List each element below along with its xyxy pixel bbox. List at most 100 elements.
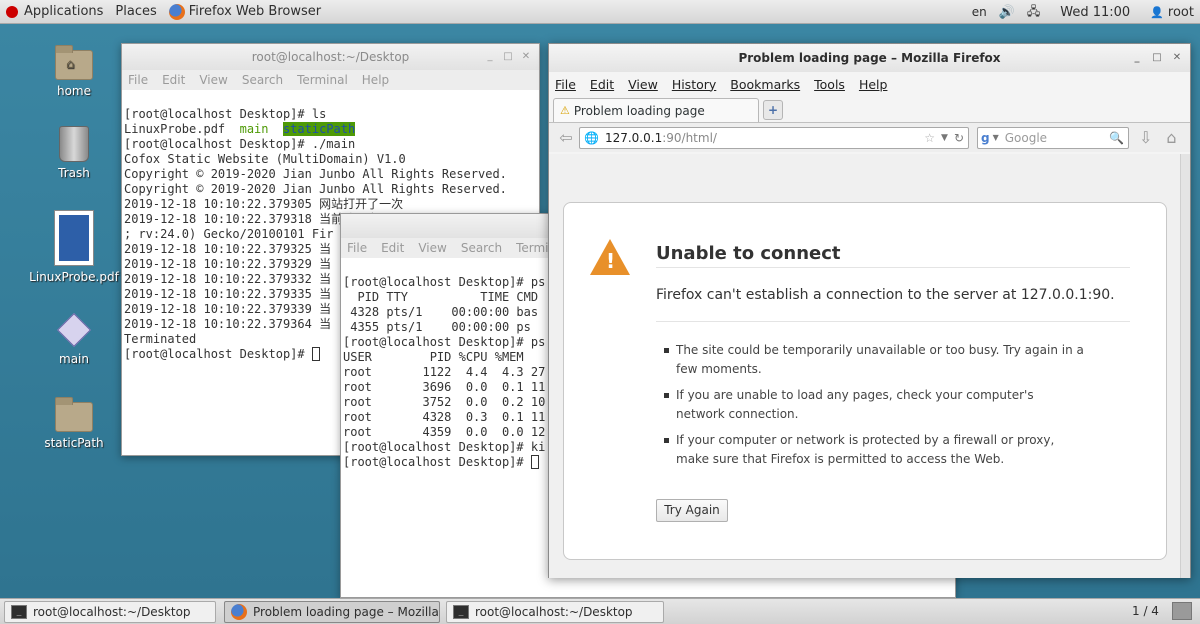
menu-search[interactable]: Search	[242, 73, 283, 87]
list-item: If your computer or network is protected…	[664, 431, 1084, 469]
applications-menu[interactable]: Applications	[0, 0, 109, 24]
desktop-icon-trash[interactable]: Trash	[28, 126, 120, 180]
menu-terminal[interactable]: Terminal	[297, 73, 348, 87]
pdf-document-icon	[54, 210, 94, 266]
terminal-title: root@localhost:~/Desktop	[251, 50, 410, 64]
executable-icon	[57, 313, 91, 347]
try-again-button[interactable]: Try Again	[656, 499, 728, 522]
tab-strip: ⚠ Problem loading page +	[549, 96, 1190, 122]
top-panel: Applications Places Firefox Web Browser …	[0, 0, 1200, 24]
terminal-line: [root@localhost Desktop]# ls	[124, 107, 327, 121]
download-icon[interactable]: ⇩	[1139, 128, 1152, 147]
terminal-menubar: File Edit View Search Terminal Help	[122, 70, 539, 90]
user-label: root	[1167, 4, 1194, 20]
terminal-line: Copyright © 2019-2020 Jian Junbo All Rig…	[124, 182, 507, 196]
divider	[656, 267, 1130, 268]
maximize-icon[interactable]: □	[501, 50, 515, 64]
taskbar-label: root@localhost:~/Desktop	[475, 605, 633, 619]
list-item: If you are unable to load any pages, che…	[664, 386, 1084, 424]
desktop-icon-label: staticPath	[44, 436, 104, 450]
menu-tools[interactable]: Tools	[814, 77, 845, 92]
menu-bookmarks[interactable]: Bookmarks	[730, 77, 800, 92]
google-icon[interactable]: g	[981, 131, 990, 145]
error-title: Unable to connect	[656, 243, 841, 264]
menu-help[interactable]: Help	[859, 77, 888, 92]
cursor	[530, 455, 539, 469]
home-folder-icon: ⌂	[55, 45, 93, 80]
error-description: Firefox can't establish a connection to …	[656, 287, 1115, 303]
firefox-window[interactable]: Problem loading page – Mozilla Firefox _…	[548, 43, 1191, 578]
keyboard-layout[interactable]: en	[966, 0, 993, 24]
window-title: Problem loading page – Mozilla Firefox	[738, 51, 1001, 65]
desktop-icon-label: main	[59, 352, 89, 366]
maximize-icon[interactable]: □	[1150, 51, 1164, 65]
user-menu[interactable]: 👤 root	[1144, 0, 1200, 24]
desktop-icon-pdf[interactable]: LinuxProbe.pdf	[28, 210, 120, 284]
desktop-icon-label: Trash	[58, 166, 90, 180]
volume-icon[interactable]: 🔊	[993, 0, 1021, 24]
search-bar[interactable]: g ▼ Google 🔍	[977, 126, 1129, 149]
new-tab-button[interactable]: +	[763, 100, 783, 120]
taskbar-item-firefox[interactable]: Problem loading page – Mozilla ...	[224, 601, 440, 623]
close-icon[interactable]: ✕	[519, 50, 533, 64]
url-bar[interactable]: 🌐 127.0.0.1:90/html/ ☆ ▼ ↻	[579, 126, 969, 149]
menu-file[interactable]: File	[555, 77, 576, 92]
applications-label: Applications	[24, 4, 104, 19]
network-icon[interactable]: 🖧	[1021, 0, 1046, 24]
terminal-line: 2019-12-18 10:10:22.379305 网站打开了一次	[124, 197, 404, 211]
menu-edit[interactable]: Edit	[590, 77, 614, 92]
clock[interactable]: Wed 11:00	[1054, 0, 1136, 24]
menu-history[interactable]: History	[672, 77, 716, 92]
globe-icon: 🌐	[584, 130, 599, 145]
back-icon[interactable]: ⇦	[553, 128, 579, 147]
menu-view[interactable]: View	[628, 77, 658, 92]
reload-icon[interactable]: ↻	[954, 131, 964, 145]
terminal-titlebar[interactable]: root@localhost:~/Desktop _ □ ✕	[122, 44, 539, 70]
places-label: Places	[115, 4, 157, 19]
bottom-panel: _ root@localhost:~/Desktop Problem loadi…	[0, 598, 1200, 624]
active-app-label: Firefox Web Browser	[188, 4, 322, 19]
desktop-icon-home[interactable]: ⌂ home	[28, 44, 120, 98]
minimize-icon[interactable]: _	[1130, 51, 1144, 65]
user-icon: 👤	[1150, 5, 1164, 19]
warning-icon: ⚠	[560, 104, 570, 117]
close-icon[interactable]: ✕	[1170, 51, 1184, 65]
folder-icon	[55, 397, 93, 432]
home-icon[interactable]: ⌂	[1166, 128, 1176, 147]
firefox-titlebar[interactable]: Problem loading page – Mozilla Firefox _…	[549, 44, 1190, 72]
trash-icon	[59, 126, 89, 162]
navigation-toolbar: ⇦ 🌐 127.0.0.1:90/html/ ☆ ▼ ↻ g ▼ Google …	[549, 122, 1190, 152]
menu-view[interactable]: View	[199, 73, 227, 87]
scrollbar[interactable]	[1180, 154, 1190, 578]
error-suggestions: The site could be temporarily unavailabl…	[664, 341, 1084, 476]
tab-problem-loading[interactable]: ⚠ Problem loading page	[553, 98, 759, 122]
dropdown-icon[interactable]: ▼	[941, 133, 948, 143]
menu-view[interactable]: View	[418, 241, 446, 255]
menu-edit[interactable]: Edit	[381, 241, 404, 255]
workspace-switcher[interactable]	[1172, 602, 1192, 620]
url-path: :90/html/	[662, 130, 717, 145]
minimize-icon[interactable]: _	[483, 50, 497, 64]
bookmark-star-icon[interactable]: ☆	[924, 131, 935, 145]
menu-edit[interactable]: Edit	[162, 73, 185, 87]
menu-help[interactable]: Help	[362, 73, 389, 87]
taskbar-label: Problem loading page – Mozilla ...	[253, 605, 440, 619]
search-icon[interactable]: 🔍	[1109, 131, 1124, 145]
engine-dropdown-icon[interactable]: ▼	[993, 133, 999, 142]
desktop-icon-staticpath[interactable]: staticPath	[28, 397, 120, 450]
terminal-icon: _	[11, 605, 27, 619]
menu-file[interactable]: File	[128, 73, 148, 87]
desktop-icon-label: LinuxProbe.pdf	[29, 270, 119, 284]
active-app-menu[interactable]: Firefox Web Browser	[163, 0, 327, 24]
menu-file[interactable]: File	[347, 241, 367, 255]
desktop-icon-main[interactable]: main	[28, 312, 120, 366]
tab-label: Problem loading page	[573, 103, 705, 118]
taskbar-item-terminal-1[interactable]: _ root@localhost:~/Desktop	[4, 601, 216, 623]
desktop-icon-label: home	[56, 84, 92, 98]
menu-search[interactable]: Search	[461, 241, 502, 255]
workspace-indicator[interactable]: 1 / 4	[1132, 604, 1159, 618]
taskbar-item-terminal-2[interactable]: _ root@localhost:~/Desktop	[446, 601, 664, 623]
places-menu[interactable]: Places	[109, 0, 162, 24]
page-content: ! Unable to connect Firefox can't establ…	[549, 154, 1181, 578]
terminal-line: Copyright © 2019-2020 Jian Junbo All Rig…	[124, 167, 507, 181]
